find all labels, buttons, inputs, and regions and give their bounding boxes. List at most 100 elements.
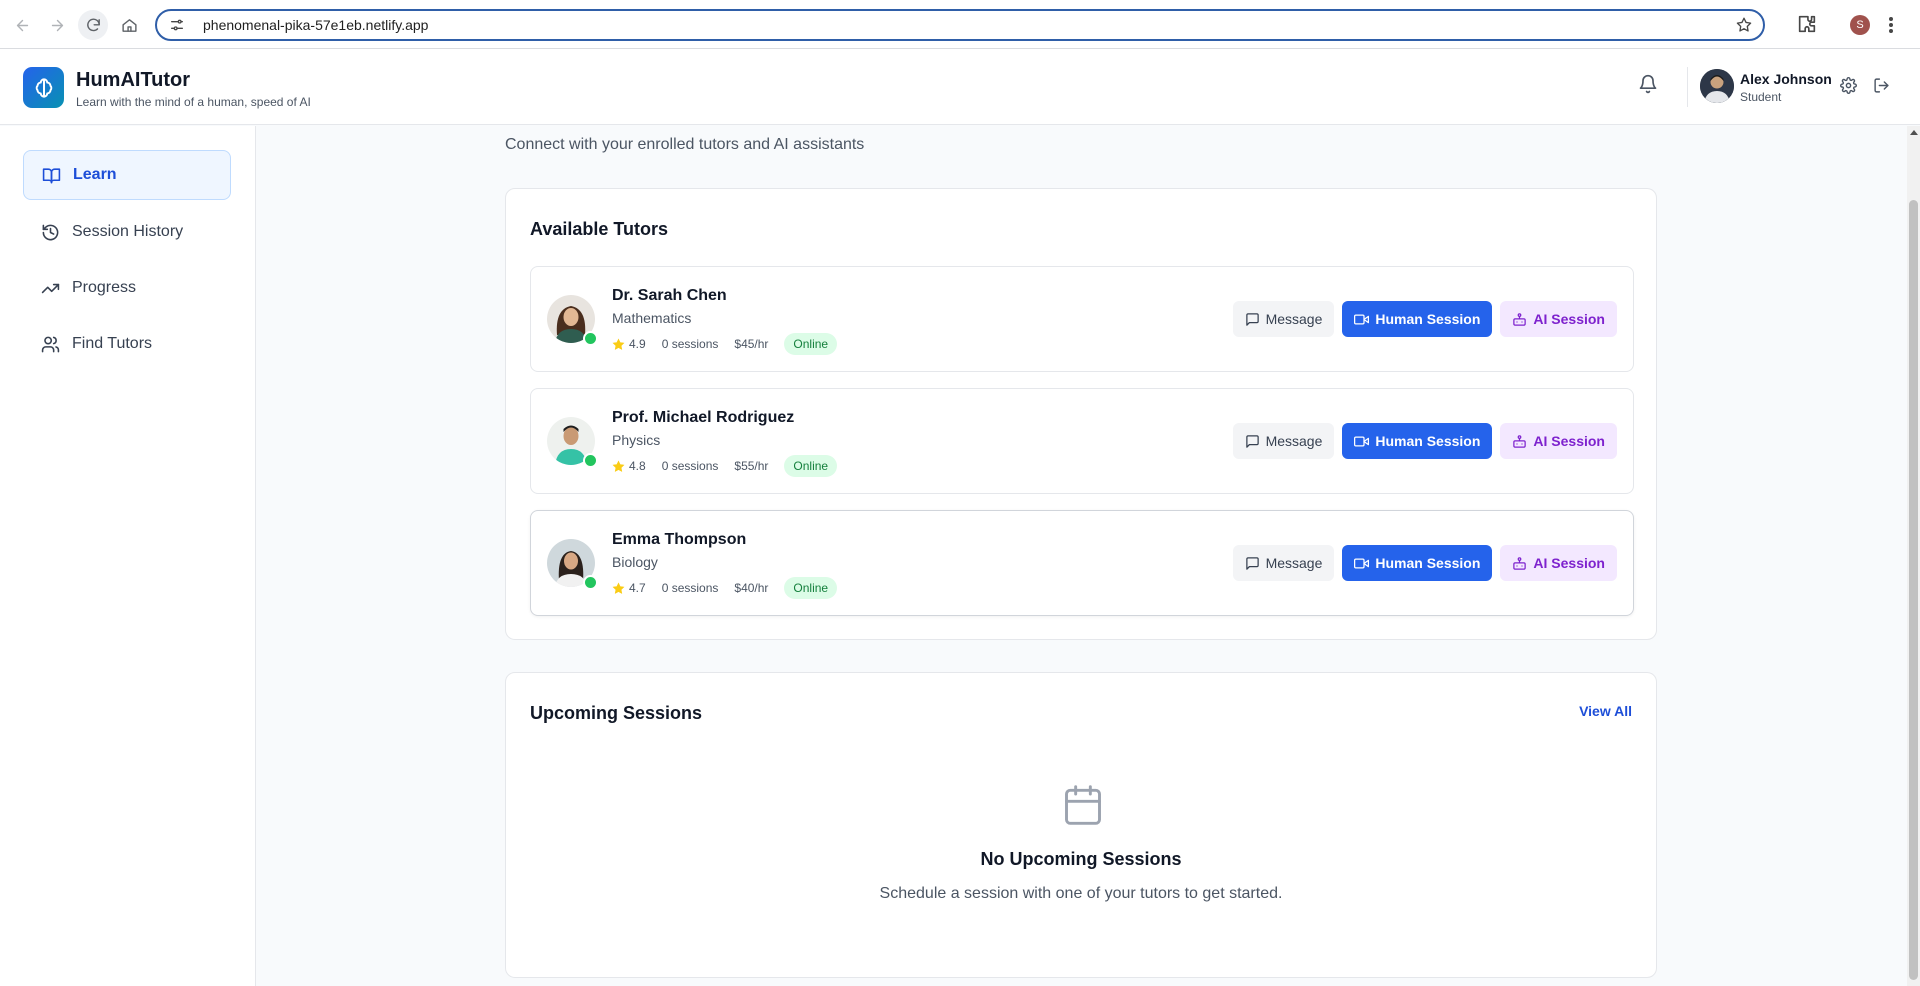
star-icon <box>612 581 625 595</box>
empty-state-subtitle: Schedule a session with one of your tuto… <box>879 885 1283 902</box>
status-badge: Online <box>784 333 838 355</box>
back-icon[interactable] <box>7 10 37 40</box>
tutor-rate: $40/hr <box>734 581 769 595</box>
message-button[interactable]: Message <box>1232 423 1335 459</box>
url-text[interactable]: phenomenal-pika-57e1eb.netlify.app <box>203 17 428 33</box>
button-label: Human Session <box>1375 311 1481 327</box>
message-square-icon <box>1245 312 1259 326</box>
ai-session-button[interactable]: AI Session <box>1500 301 1617 337</box>
site-info-icon[interactable] <box>169 17 185 33</box>
card-title: Available Tutors <box>530 219 669 239</box>
video-icon <box>1354 558 1370 568</box>
tutor-rate: $45/hr <box>734 337 769 351</box>
address-bar[interactable]: phenomenal-pika-57e1eb.netlify.app <box>155 9 1765 41</box>
calendar-icon <box>1061 783 1105 827</box>
button-label: AI Session <box>1533 433 1605 449</box>
main-content: Connect with your enrolled tutors and AI… <box>257 126 1907 986</box>
users-icon <box>41 336 60 352</box>
logout-icon[interactable] <box>1873 77 1891 95</box>
star-icon <box>612 337 625 351</box>
brand-tagline: Learn with the mind of a human, speed of… <box>76 95 311 109</box>
empty-state-title: No Upcoming Sessions <box>980 849 1182 869</box>
online-status-dot <box>583 575 598 590</box>
tutor-subject: Biology <box>612 554 658 570</box>
bookmark-star-icon[interactable] <box>1735 16 1753 34</box>
tutor-name: Prof. Michael Rodriguez <box>612 409 795 426</box>
bot-icon <box>1513 312 1527 326</box>
user-avatar[interactable] <box>1700 69 1734 103</box>
tutor-subject: Physics <box>612 432 661 448</box>
sidebar-item-label: Learn <box>73 166 117 183</box>
user-name: Alex Johnson <box>1740 71 1832 87</box>
brain-logo-icon[interactable] <box>23 67 64 108</box>
tutor-sessions: 0 sessions <box>661 581 719 595</box>
ai-session-button[interactable]: AI Session <box>1500 423 1617 459</box>
page-subtitle: Connect with your enrolled tutors and AI… <box>505 136 865 153</box>
book-open-icon <box>42 167 61 183</box>
ai-session-button[interactable]: AI Session <box>1500 545 1617 581</box>
tutor-meta: 4.7 0 sessions $40/hr Online <box>612 577 838 599</box>
human-session-button[interactable]: Human Session <box>1342 423 1493 459</box>
video-icon <box>1354 314 1370 324</box>
scroll-up-arrow-icon[interactable] <box>1910 130 1918 135</box>
button-label: Human Session <box>1375 555 1481 571</box>
button-label: Human Session <box>1375 433 1481 449</box>
star-icon <box>612 459 625 473</box>
sidebar: Learn Session History Progress Find Tuto… <box>0 126 256 986</box>
online-status-dot <box>583 331 598 346</box>
scrollbar-thumb[interactable] <box>1909 200 1918 980</box>
tutor-row: Prof. Michael Rodriguez Physics 4.8 0 se… <box>530 388 1634 494</box>
button-label: Message <box>1265 433 1323 449</box>
sidebar-item-learn[interactable]: Learn <box>23 150 231 200</box>
page-scrollbar[interactable] <box>1907 126 1920 986</box>
user-role: Student <box>1740 90 1782 104</box>
tutor-actions: Message Human Session AI Session <box>1232 423 1617 459</box>
bot-icon <box>1513 556 1527 570</box>
bell-icon[interactable] <box>1638 74 1662 98</box>
sidebar-item-find-tutors[interactable]: Find Tutors <box>23 319 231 369</box>
tutor-sessions: 0 sessions <box>661 337 719 351</box>
sidebar-item-progress[interactable]: Progress <box>23 263 231 313</box>
tutor-actions: Message Human Session AI Session <box>1232 545 1617 581</box>
sidebar-item-label: Session History <box>72 223 184 240</box>
sidebar-item-label: Progress <box>72 279 137 296</box>
header-divider <box>1687 67 1688 107</box>
browser-profile-avatar[interactable]: S <box>1850 15 1870 35</box>
button-label: AI Session <box>1533 555 1605 571</box>
extensions-icon[interactable] <box>1796 13 1818 35</box>
browser-toolbar: phenomenal-pika-57e1eb.netlify.app S <box>0 0 1920 49</box>
message-button[interactable]: Message <box>1232 545 1335 581</box>
message-square-icon <box>1245 556 1259 570</box>
tutor-row: Emma Thompson Biology 4.7 0 sessions $40… <box>530 510 1634 616</box>
tutor-rating: 4.7 <box>629 581 646 595</box>
message-button[interactable]: Message <box>1232 301 1335 337</box>
settings-gear-icon[interactable] <box>1840 77 1858 95</box>
tutor-rate: $55/hr <box>734 459 769 473</box>
trending-up-icon <box>41 283 60 293</box>
status-badge: Online <box>784 577 838 599</box>
home-icon[interactable] <box>114 10 144 40</box>
bot-icon <box>1513 434 1527 448</box>
tutor-name: Dr. Sarah Chen <box>612 287 727 304</box>
history-icon <box>42 224 59 240</box>
human-session-button[interactable]: Human Session <box>1342 545 1493 581</box>
tutor-meta: 4.8 0 sessions $55/hr Online <box>612 455 838 477</box>
forward-icon[interactable] <box>42 10 72 40</box>
tutor-sessions: 0 sessions <box>661 459 719 473</box>
status-badge: Online <box>784 455 838 477</box>
available-tutors-card: Available Tutors Dr. Sarah Chen Mathemat… <box>505 188 1657 640</box>
upcoming-sessions-card: Upcoming Sessions View All No Upcoming S… <box>505 672 1657 978</box>
online-status-dot <box>583 453 598 468</box>
button-label: Message <box>1265 555 1323 571</box>
tutor-row: Dr. Sarah Chen Mathematics 4.9 0 session… <box>530 266 1634 372</box>
human-session-button[interactable]: Human Session <box>1342 301 1493 337</box>
tutor-actions: Message Human Session AI Session <box>1232 301 1617 337</box>
browser-menu-icon[interactable] <box>1888 14 1894 36</box>
reload-icon[interactable] <box>78 10 108 40</box>
sidebar-item-session-history[interactable]: Session History <box>23 207 231 257</box>
view-all-link[interactable]: View All <box>1579 703 1632 719</box>
brand-name: HumAITutor <box>76 69 191 91</box>
message-square-icon <box>1245 434 1259 448</box>
button-label: Message <box>1265 311 1323 327</box>
tutor-name: Emma Thompson <box>612 531 747 548</box>
